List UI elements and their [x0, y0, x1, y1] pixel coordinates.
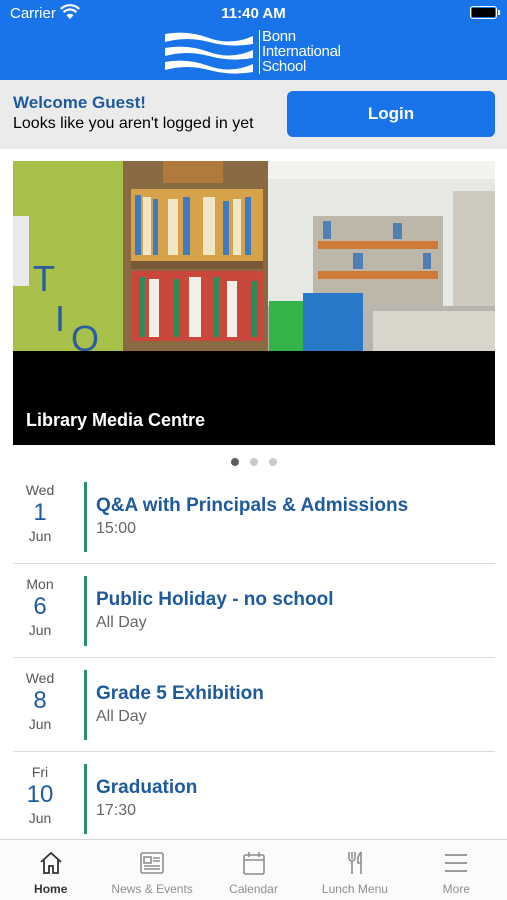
event-date: Wed 8 Jun	[13, 670, 67, 732]
app-header: Carrier 11:40 AM Bonn International Scho…	[0, 0, 507, 80]
logo-wordmark: Bonn International School	[262, 29, 341, 74]
svg-text:I: I	[55, 298, 65, 339]
event-title: Public Holiday - no school	[96, 589, 334, 610]
logo-line-3: School	[262, 58, 307, 75]
event-row[interactable]: Wed 1 Jun Q&A with Principals & Admissio…	[13, 470, 495, 564]
event-time: All Day	[96, 708, 147, 725]
featured-carousel[interactable]: T I O Library Media Centre	[13, 161, 495, 445]
tab-label: Calendar	[229, 882, 278, 896]
carousel-caption: Library Media Centre	[26, 410, 206, 430]
carousel-dot-3[interactable]	[268, 458, 277, 466]
event-day: 1	[33, 499, 47, 526]
tab-label: Lunch Menu	[321, 882, 388, 896]
event-time: 17:30	[96, 802, 137, 819]
tab-home[interactable]: Home	[0, 840, 101, 900]
event-date: Mon 6 Jun	[13, 576, 67, 638]
home-icon	[40, 851, 62, 874]
event-month: Jun	[28, 716, 52, 732]
events-list: Wed 1 Jun Q&A with Principals & Admissio…	[13, 470, 495, 846]
event-row[interactable]: Mon 6 Jun Public Holiday - no school All…	[13, 564, 495, 658]
tab-bar: Home News & Events Calendar Lunch Menu M…	[0, 839, 507, 900]
event-time: 15:00	[96, 520, 137, 537]
tab-label: Home	[34, 882, 68, 896]
event-time: All Day	[96, 614, 147, 631]
event-day: 6	[33, 593, 47, 620]
event-date: Fri 10 Jun	[13, 764, 67, 826]
tab-label: More	[442, 882, 470, 896]
event-row[interactable]: Wed 8 Jun Grade 5 Exhibition All Day	[13, 658, 495, 752]
event-month: Jun	[28, 528, 52, 544]
tab-label: News & Events	[111, 882, 193, 896]
event-date: Wed 1 Jun	[13, 482, 67, 544]
event-day: 8	[33, 687, 47, 714]
login-button[interactable]: Login	[287, 91, 495, 137]
tab-lunch-menu[interactable]: Lunch Menu	[304, 840, 405, 900]
event-accent-bar	[84, 482, 87, 552]
logo-line-2: International	[262, 43, 341, 60]
event-accent-bar	[84, 670, 87, 740]
event-accent-bar	[84, 576, 87, 646]
logo-wave-icon	[165, 32, 253, 74]
event-month: Jun	[28, 622, 52, 638]
event-weekday: Fri	[31, 764, 49, 780]
event-month: Jun	[28, 810, 52, 826]
event-weekday: Wed	[25, 482, 55, 498]
library-photo: T I O	[13, 161, 495, 351]
event-accent-bar	[84, 764, 87, 834]
welcome-subtitle: Looks like you aren't logged in yet	[13, 115, 254, 132]
status-bar: Carrier 11:40 AM	[0, 0, 507, 28]
event-day: 10	[26, 781, 54, 808]
tab-more[interactable]: More	[406, 840, 507, 900]
tab-calendar[interactable]: Calendar	[203, 840, 304, 900]
newspaper-icon	[140, 852, 164, 874]
svg-text:T: T	[33, 258, 55, 299]
carousel-dot-1[interactable]	[230, 458, 239, 466]
cutlery-icon	[348, 851, 362, 874]
logo-line-1: Bonn	[262, 28, 296, 45]
menu-icon	[445, 854, 468, 872]
event-title: Q&A with Principals & Admissions	[96, 495, 409, 516]
calendar-icon	[242, 852, 265, 875]
event-row[interactable]: Fri 10 Jun Graduation 17:30	[13, 752, 495, 846]
event-title: Grade 5 Exhibition	[96, 683, 264, 704]
svg-text:O: O	[71, 318, 99, 351]
status-time: 11:40 AM	[221, 5, 286, 22]
carousel-pagination[interactable]	[0, 458, 507, 466]
event-title: Graduation	[96, 777, 198, 798]
welcome-title: Welcome Guest!	[13, 93, 146, 112]
school-logo: Bonn International School	[163, 28, 363, 78]
battery-icon	[470, 6, 500, 19]
event-weekday: Mon	[26, 576, 54, 592]
event-weekday: Wed	[25, 670, 55, 686]
carousel-dot-2[interactable]	[249, 458, 258, 466]
logo-divider	[259, 30, 260, 74]
welcome-banner: Welcome Guest! Looks like you aren't log…	[0, 80, 507, 149]
tab-news-events[interactable]: News & Events	[101, 840, 202, 900]
